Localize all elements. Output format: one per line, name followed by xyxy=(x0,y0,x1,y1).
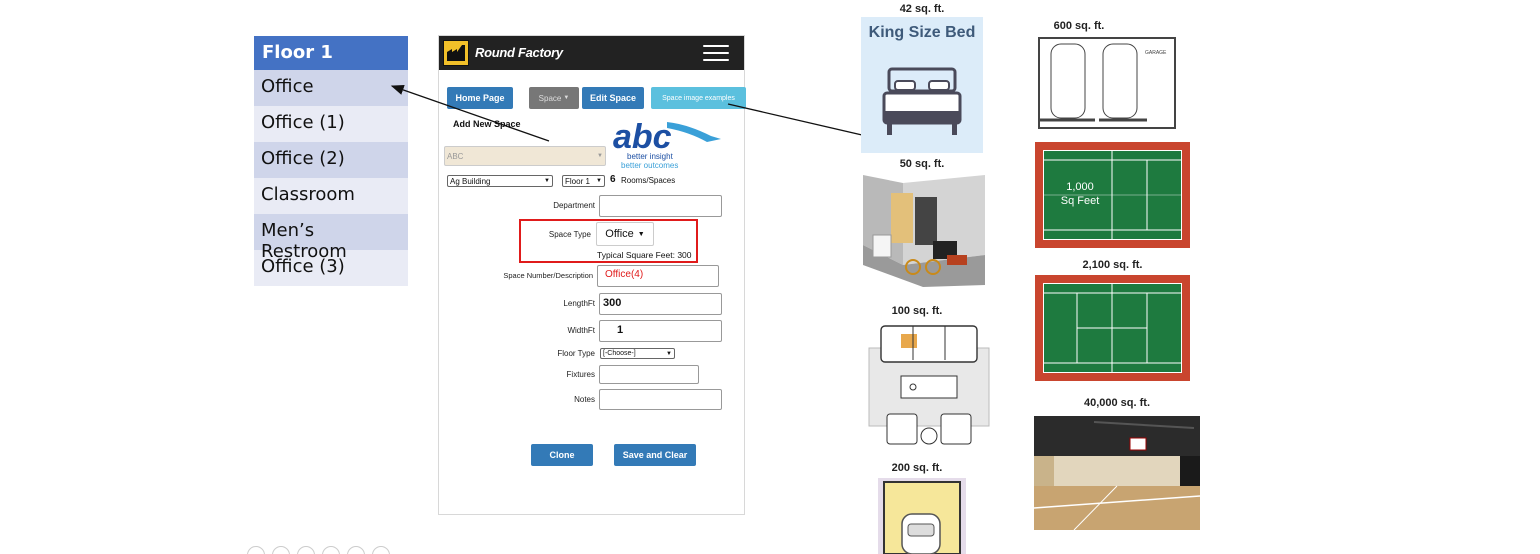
caption-100-sqft: 100 sq. ft. xyxy=(891,305,943,317)
slide-control-icon[interactable] xyxy=(272,546,290,554)
floor-select[interactable]: Floor 1 ▼ xyxy=(562,175,605,187)
floor-header: Floor 1 xyxy=(254,36,408,70)
length-input[interactable]: 300 xyxy=(599,293,722,315)
space-dropdown-button[interactable]: Space ▼ xyxy=(529,87,579,109)
space-label: Space xyxy=(538,93,562,103)
gymnasium-image xyxy=(1034,416,1200,530)
caption-600-sqft: 600 sq. ft. xyxy=(1053,20,1105,32)
slide-control-icon[interactable] xyxy=(322,546,340,554)
abc-tagline-1: better insight xyxy=(627,152,674,161)
building-select-value: Ag Building xyxy=(450,176,491,186)
department-input[interactable] xyxy=(599,195,722,217)
abc-logo: abc better insight better outcomes xyxy=(613,118,721,170)
space-number-input[interactable]: Office(4) xyxy=(597,265,719,287)
garage-label: GARAGE xyxy=(1145,50,1167,56)
parking-space-image xyxy=(878,478,966,554)
floor-type-select[interactable]: [-Choose-] ▼ xyxy=(600,348,675,359)
floor-item-office[interactable]: Office xyxy=(254,70,408,106)
client-select[interactable]: ABC ▼ xyxy=(444,146,606,166)
fixtures-input[interactable] xyxy=(599,365,699,384)
space-image-examples-button[interactable]: Space image examples xyxy=(651,87,746,109)
caption-2100-sqft: 2,100 sq. ft. xyxy=(1082,259,1143,271)
slide-control-icon[interactable] xyxy=(347,546,365,554)
floor-item-office-1[interactable]: Office (1) xyxy=(254,106,408,142)
client-select-value: ABC xyxy=(447,151,464,161)
add-new-space-heading: Add New Space xyxy=(453,119,521,129)
caption-200-sqft: 200 sq. ft. xyxy=(891,462,943,474)
rooms-label: Rooms/Spaces xyxy=(621,176,676,185)
abc-logo-text: abc xyxy=(613,118,672,156)
bed-title: King Size Bed xyxy=(868,24,976,41)
app-screen: Round Factory Home Page Space ▼ Edit Spac… xyxy=(438,35,746,515)
home-page-button[interactable]: Home Page xyxy=(447,87,513,109)
floor-item-mens-restroom[interactable]: Men’s Restroom xyxy=(254,214,408,262)
slide-controls xyxy=(247,546,397,554)
fixtures-label: Fixtures xyxy=(566,370,595,379)
building-select[interactable]: Ag Building ▼ xyxy=(447,175,553,187)
court-label-line-2: Sq Feet xyxy=(1060,195,1100,207)
floor-type-label: Floor Type xyxy=(557,349,595,358)
floor-type-value: [-Choose-] xyxy=(603,350,636,357)
caret-down-icon: ▼ xyxy=(563,95,570,101)
chevron-down-icon: ▼ xyxy=(544,178,550,184)
edit-space-button[interactable]: Edit Space xyxy=(582,87,644,109)
floor-item-office-3[interactable]: Office (3) xyxy=(254,250,408,286)
save-and-clear-button[interactable]: Save and Clear xyxy=(614,444,696,466)
court-2100-sqft-image xyxy=(1035,275,1190,381)
court-1000-sqft-image: 1,000 Sq Feet xyxy=(1035,142,1190,248)
slide-control-icon[interactable] xyxy=(297,546,315,554)
caption-50-sqft: 50 sq. ft. xyxy=(899,158,945,170)
notes-label: Notes xyxy=(574,395,595,404)
slide-control-icon[interactable] xyxy=(247,546,265,554)
caption-40000-sqft: 40,000 sq. ft. xyxy=(1083,397,1151,409)
space-type-highlight xyxy=(519,219,698,263)
floor-item-classroom[interactable]: Classroom xyxy=(254,178,408,214)
room-count: 6 xyxy=(610,174,616,185)
floor-select-value: Floor 1 xyxy=(565,176,590,186)
storage-unit-image xyxy=(863,175,985,287)
king-size-bed-image: King Size Bed xyxy=(861,17,983,153)
floor-item-office-2[interactable]: Office (2) xyxy=(254,142,408,178)
notes-input[interactable] xyxy=(599,389,722,410)
length-label: LengthFt xyxy=(563,299,595,308)
chevron-down-icon: ▼ xyxy=(666,350,672,357)
width-label: WidthFt xyxy=(567,326,595,335)
navbar: Round Factory xyxy=(439,36,744,70)
arrow-to-examples xyxy=(727,103,877,141)
space-number-label: Space Number/Description xyxy=(503,271,593,280)
floor-list: Floor 1 Office Office (1) Office (2) Cla… xyxy=(254,36,408,286)
caption-42-sqft: 42 sq. ft. xyxy=(899,3,945,15)
living-room-image xyxy=(861,322,992,450)
slide-control-icon[interactable] xyxy=(372,546,390,554)
clone-button[interactable]: Clone xyxy=(531,444,593,466)
width-input[interactable]: 1 xyxy=(599,320,722,342)
annotation-arrows xyxy=(390,84,877,142)
bed-icon xyxy=(882,67,962,135)
menu-icon[interactable] xyxy=(703,45,729,63)
court-label-line-1: 1,000 xyxy=(1066,181,1094,193)
chevron-down-icon: ▼ xyxy=(597,153,603,159)
chevron-down-icon: ▼ xyxy=(596,178,602,184)
department-label: Department xyxy=(553,201,595,210)
factory-logo-icon[interactable] xyxy=(443,40,469,66)
brand-name[interactable]: Round Factory xyxy=(475,45,563,60)
abc-tagline-2: better outcomes xyxy=(621,161,678,170)
garage-floorplan-image: GARAGE xyxy=(1037,36,1177,130)
court-label: 1,000 Sq Feet xyxy=(1050,180,1110,208)
